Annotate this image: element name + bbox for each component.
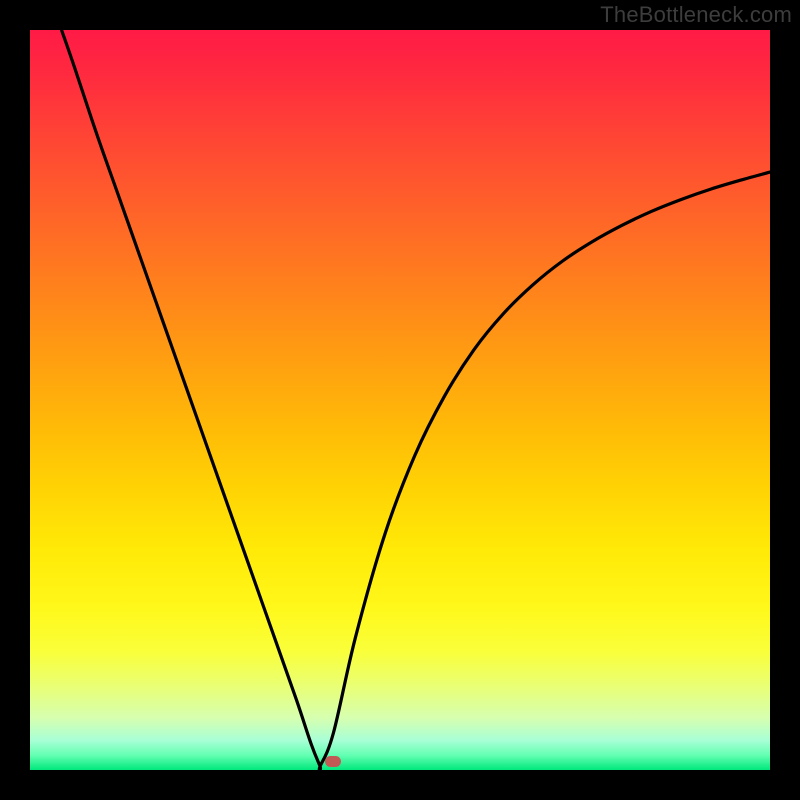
watermark-text: TheBottleneck.com bbox=[600, 2, 792, 28]
optimum-marker bbox=[325, 756, 341, 767]
chart-frame: TheBottleneck.com bbox=[0, 0, 800, 800]
plot-area bbox=[30, 30, 770, 770]
curve-path bbox=[62, 31, 770, 770]
bottleneck-curve bbox=[30, 30, 770, 770]
